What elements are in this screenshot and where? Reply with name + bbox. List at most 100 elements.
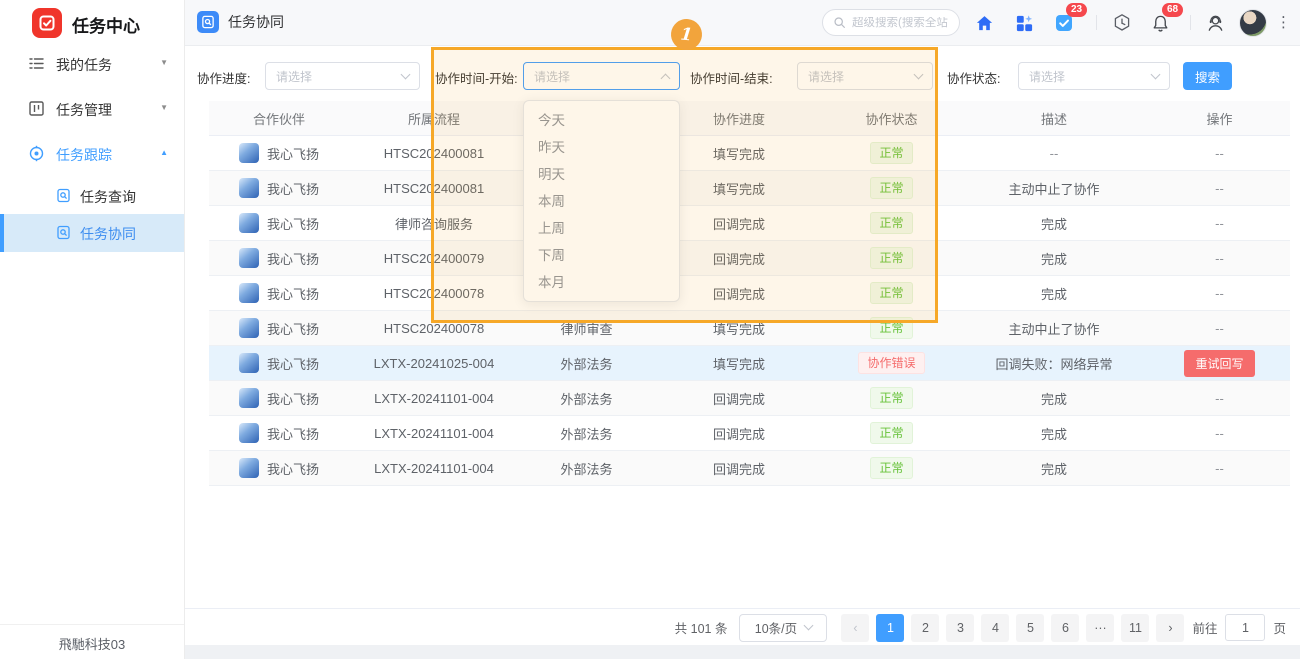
status-cell: 正常 — [824, 311, 959, 345]
status-cell: 正常 — [824, 451, 959, 485]
sidebar-item-label: 任务协同 — [80, 224, 136, 244]
sidebar-item-task-query[interactable]: 任务查询 — [0, 177, 184, 215]
target-icon — [28, 145, 45, 162]
sidebar-item-task-collab[interactable]: 任务协同 — [0, 214, 184, 252]
retry-write-button[interactable]: 重试回写 — [1184, 350, 1254, 377]
user-avatar[interactable] — [1239, 9, 1267, 37]
chevron-down-icon — [804, 621, 814, 631]
progress-cell: 填写完成 — [654, 311, 824, 345]
topbar: 任务协同 23 68 ⋮ — [185, 0, 1300, 46]
page-size-select[interactable]: 10条/页 — [739, 614, 827, 642]
chevron-down-icon: ▼ — [160, 58, 168, 67]
filter-progress-select[interactable]: 请选择 — [265, 62, 420, 90]
home-icon[interactable] — [971, 10, 997, 36]
page-button[interactable]: 5 — [1016, 614, 1044, 642]
page-button[interactable]: 4 — [981, 614, 1009, 642]
partner-cell: 我心飞扬 — [209, 451, 349, 485]
goto-page-input[interactable] — [1225, 614, 1265, 641]
partner-cell: 我心飞扬 — [209, 206, 349, 240]
page-button[interactable]: 1 — [876, 614, 904, 642]
partner-cell: 我心飞扬 — [209, 346, 349, 380]
table-row[interactable]: 我心飞扬LXTX-20241025-004外部法务填写完成协作错误回调失败：网络… — [209, 346, 1290, 381]
col-header-flow: 所属流程 — [349, 101, 519, 135]
todo-check-icon[interactable]: 23 — [1051, 10, 1077, 36]
status-badge: 正常 — [870, 212, 912, 234]
filter-status-select[interactable]: 请选择 — [1018, 62, 1170, 90]
chevron-down-icon: ▼ — [160, 103, 168, 112]
partner-cell: 我心飞扬 — [209, 276, 349, 310]
time-option[interactable]: 上周 — [524, 215, 679, 242]
todo-count-badge: 23 — [1066, 3, 1087, 17]
partner-cell: 我心飞扬 — [209, 416, 349, 450]
time-option[interactable]: 明天 — [524, 161, 679, 188]
page-tab[interactable]: 任务协同 — [197, 11, 284, 33]
table-row[interactable]: 我心飞扬律师咨询服务回调完成正常完成-- — [209, 206, 1290, 241]
action-placeholder: -- — [1215, 321, 1224, 336]
desc-cell: 回调失败：网络异常 — [959, 346, 1149, 380]
more-menu-icon[interactable]: ⋮ — [1276, 12, 1291, 34]
chevron-up-icon — [661, 73, 671, 83]
time-option[interactable]: 今天 — [524, 107, 679, 134]
progress-cell: 回调完成 — [654, 381, 824, 415]
action-placeholder: -- — [1215, 426, 1224, 441]
filter-time-start-select[interactable]: 请选择 — [523, 62, 680, 90]
action-cell: -- — [1149, 381, 1290, 415]
apps-grid-icon[interactable] — [1011, 10, 1037, 36]
action-placeholder: -- — [1215, 216, 1224, 231]
bell-icon[interactable]: 68 — [1147, 10, 1173, 36]
stage-cell: 外部法务 — [519, 381, 654, 415]
flow-cell: HTSC202400081 — [349, 136, 519, 170]
sidebar-item-task-management[interactable]: 任务管理 ▼ — [0, 91, 184, 127]
partner-name: 我心飞扬 — [267, 179, 319, 198]
flow-cell: LXTX-20241101-004 — [349, 416, 519, 450]
sidebar-item-my-tasks[interactable]: 我的任务 ▼ — [0, 46, 184, 82]
table-row[interactable]: 我心飞扬LXTX-20241101-004外部法务回调完成正常完成-- — [209, 381, 1290, 416]
table-row[interactable]: 我心飞扬LXTX-20241101-004外部法务回调完成正常完成-- — [209, 451, 1290, 486]
kanban-icon — [28, 100, 45, 117]
search-icon — [833, 16, 846, 29]
search-input[interactable] — [852, 17, 949, 29]
action-cell: -- — [1149, 171, 1290, 205]
time-option[interactable]: 下周 — [524, 242, 679, 269]
time-option[interactable]: 上个月 — [524, 296, 679, 302]
desc-cell: 完成 — [959, 451, 1149, 485]
prev-page-button[interactable]: ‹ — [841, 614, 869, 642]
flow-cell: LXTX-20241101-004 — [349, 451, 519, 485]
table-row[interactable]: 我心飞扬HTSC202400081填写完成正常主动中止了协作-- — [209, 171, 1290, 206]
sidebar-item-label: 我的任务 — [56, 55, 112, 75]
partner-cell: 我心飞扬 — [209, 311, 349, 345]
flow-cell: HTSC202400078 — [349, 311, 519, 345]
partner-cell: 我心飞扬 — [209, 241, 349, 275]
table-row[interactable]: 我心飞扬LXTX-20241101-004外部法务回调完成正常完成-- — [209, 416, 1290, 451]
app-logo-row: 任务中心 — [0, 0, 184, 46]
table-row[interactable]: 我心飞扬HTSC202400079回调完成正常完成-- — [209, 241, 1290, 276]
page-button[interactable]: 2 — [911, 614, 939, 642]
partner-name: 我心飞扬 — [267, 284, 319, 303]
more-pages-button[interactable]: ··· — [1086, 614, 1114, 642]
partner-cell: 我心飞扬 — [209, 381, 349, 415]
status-badge: 正常 — [870, 177, 912, 199]
time-option[interactable]: 本月 — [524, 269, 679, 296]
pending-clock-icon[interactable] — [1109, 10, 1135, 36]
partner-name: 我心飞扬 — [267, 389, 319, 408]
status-cell: 正常 — [824, 171, 959, 205]
support-headset-icon[interactable] — [1202, 10, 1228, 36]
divider — [1190, 15, 1191, 30]
table-row[interactable]: 我心飞扬HTSC202400081填写完成正常---- — [209, 136, 1290, 171]
page-button[interactable]: 6 — [1051, 614, 1079, 642]
global-search[interactable] — [822, 9, 960, 36]
desc-cell: 主动中止了协作 — [959, 311, 1149, 345]
page-button[interactable]: 3 — [946, 614, 974, 642]
table-row[interactable]: 我心飞扬HTSC202400078回调完成正常完成-- — [209, 276, 1290, 311]
time-option[interactable]: 昨天 — [524, 134, 679, 161]
sidebar-item-task-tracking[interactable]: 任务跟踪 ▲ — [0, 136, 184, 172]
page-button[interactable]: 11 — [1121, 614, 1149, 642]
document-search-icon — [56, 188, 71, 203]
filter-time-end-select[interactable]: 请选择 — [797, 62, 933, 90]
sidebar-footer-divider — [0, 624, 184, 625]
search-button[interactable]: 搜索 — [1183, 62, 1232, 90]
time-option[interactable]: 本周 — [524, 188, 679, 215]
table-row[interactable]: 我心飞扬HTSC202400078律师审查填写完成正常主动中止了协作-- — [209, 311, 1290, 346]
next-page-button[interactable]: › — [1156, 614, 1184, 642]
desc-cell: 完成 — [959, 241, 1149, 275]
